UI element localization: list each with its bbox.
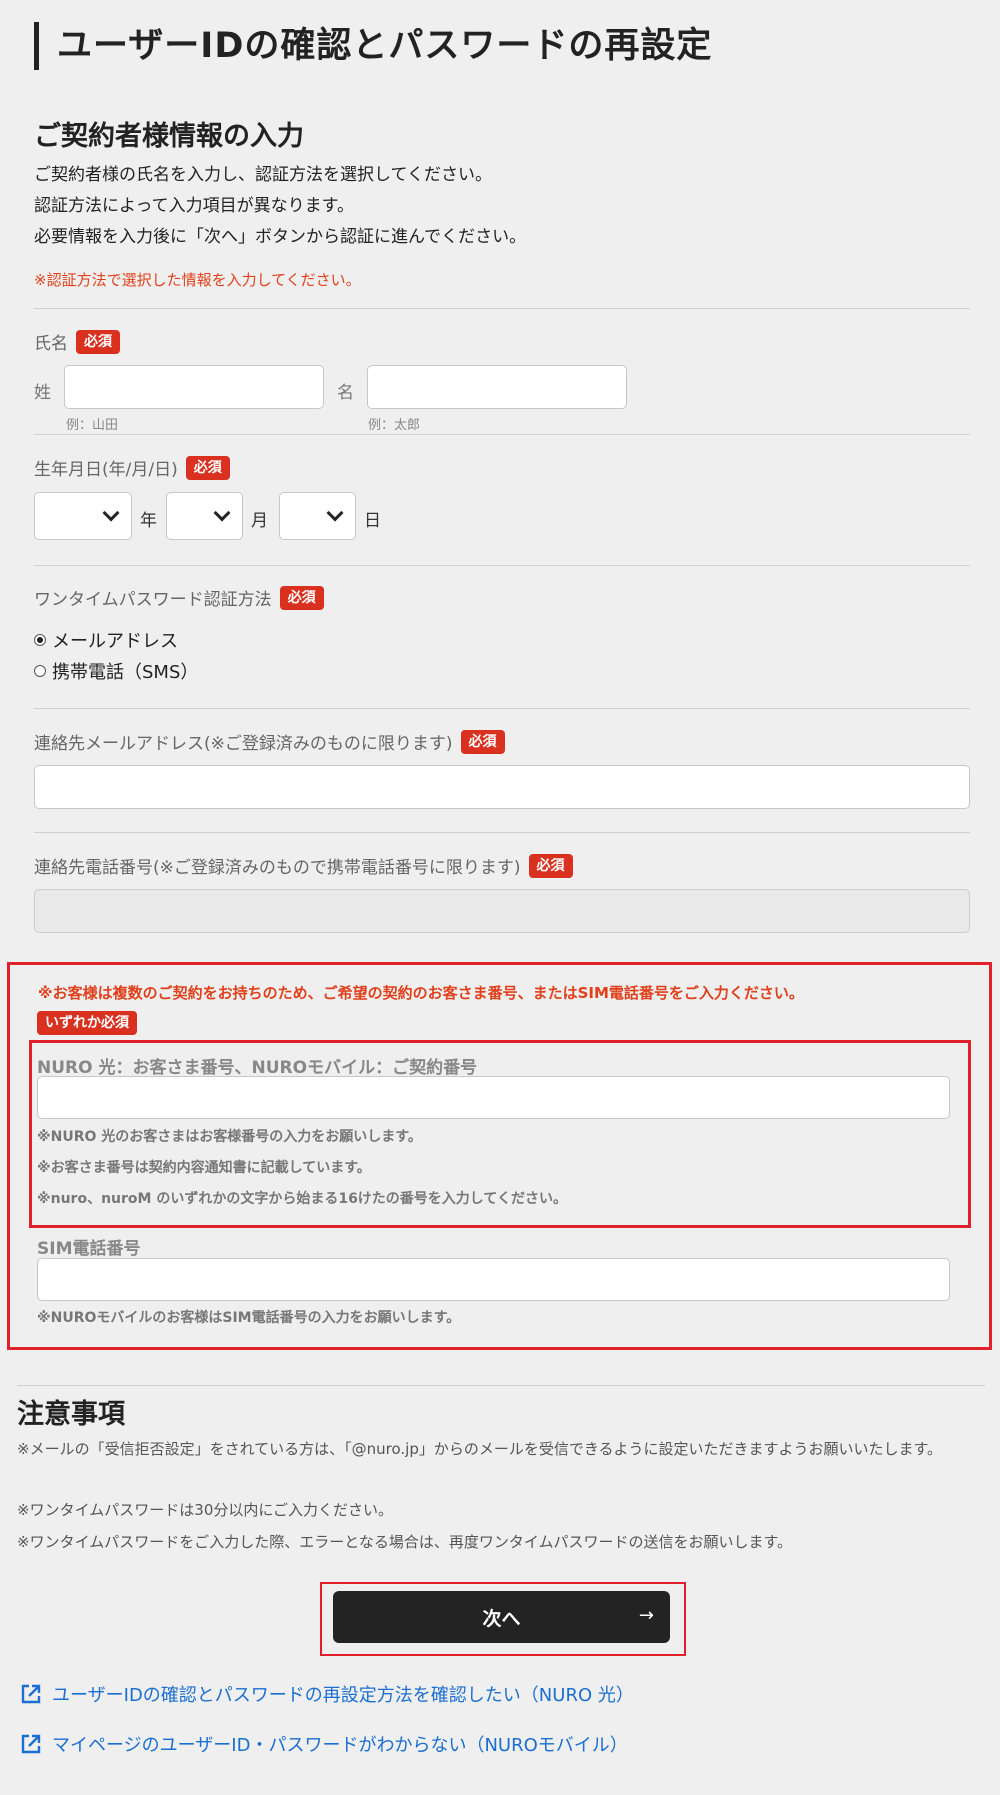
customer-number-note: ※NURO 光のお客さまはお客様番号の入力をお願いします。	[37, 1129, 422, 1145]
contact-email-label: 連絡先メールアドレス(※ご登録済みのものに限ります)	[34, 734, 453, 754]
customer-number-label: NURO 光：お客さま番号、NUROモバイル：ご契約番号	[37, 1058, 478, 1078]
otp-method-label-row: ワンタイムパスワード認証方法 必須	[34, 585, 324, 610]
last-name-example: 例：山田	[66, 418, 119, 433]
intro-line: ご契約者様の氏名を入力し、認証方法を選択してください。	[34, 165, 492, 185]
first-name-example: 例：太郎	[368, 418, 421, 433]
birth-year-select[interactable]	[34, 492, 132, 540]
link-nuro-hikari-help[interactable]: ユーザーIDの確認とパスワードの再設定方法を確認したい（NURO 光）	[20, 1681, 634, 1707]
page: ユーザーIDの確認とパスワードの再設定 ご契約者様情報の入力 ご契約者様の氏名を…	[0, 0, 1000, 1795]
first-name-input[interactable]	[367, 365, 627, 409]
required-badge: 必須	[460, 729, 505, 754]
radio-sms[interactable]: 携帯電話（SMS）	[34, 658, 198, 684]
divider	[34, 832, 970, 833]
otp-method-label: ワンタイムパスワード認証方法	[34, 590, 272, 610]
birthdate-label-row: 生年月日(年/月/日) 必須	[34, 455, 230, 480]
contact-email-label-row: 連絡先メールアドレス(※ご登録済みのものに限ります) 必須	[34, 729, 505, 754]
name-label: 氏名	[34, 334, 68, 354]
chevron-down-icon	[102, 504, 120, 522]
contact-email-input[interactable]	[34, 765, 970, 809]
year-unit: 年	[140, 511, 157, 531]
customer-number-note: ※お客さま番号は契約内容通知書に記載しています。	[37, 1160, 371, 1176]
contact-phone-label-row: 連絡先電話番号(※ご登録済みのもので携帯電話番号に限ります) 必須	[34, 853, 573, 878]
radio-unselected-icon[interactable]	[34, 665, 46, 677]
birth-day-select[interactable]	[279, 492, 356, 540]
auth-note: ※認証方法で選択した情報を入力してください。	[34, 271, 361, 289]
required-badge: 必須	[528, 853, 573, 878]
required-badge: 必須	[185, 455, 230, 480]
sim-number-note: ※NUROモバイルのお客様はSIM電話番号の入力をお願いします。	[37, 1310, 461, 1326]
radio-sms-label[interactable]: 携帯電話（SMS）	[52, 658, 198, 684]
link-label[interactable]: マイページのユーザーID・パスワードがわからない（NUROモバイル）	[52, 1731, 628, 1757]
name-label-row: 氏名 必須	[34, 329, 120, 354]
external-link-icon	[21, 1684, 41, 1704]
divider	[34, 708, 970, 709]
notice-item: ※メールの「受信拒否設定」をされている方は、「@nuro.jp」からのメールを受…	[17, 1440, 943, 1458]
month-unit: 月	[251, 511, 268, 531]
birthdate-label: 生年月日(年/月/日)	[34, 460, 178, 480]
chevron-down-icon	[213, 504, 231, 522]
chevron-down-icon	[326, 504, 344, 522]
required-badge: 必須	[279, 585, 324, 610]
next-button-label: 次へ	[482, 1607, 521, 1630]
intro-line: 認証方法によって入力項目が異なります。	[34, 196, 354, 216]
notice-item: ※ワンタイムパスワードをご入力した際、エラーとなる場合は、再度ワンタイムパスワー…	[17, 1533, 793, 1551]
next-button[interactable]: 次へ →	[333, 1591, 670, 1643]
divider	[34, 434, 970, 435]
notices-title: 注意事項	[17, 1399, 125, 1430]
divider	[34, 308, 970, 309]
radio-selected-icon[interactable]	[34, 634, 46, 646]
day-unit: 日	[364, 511, 381, 531]
link-label[interactable]: ユーザーIDの確認とパスワードの再設定方法を確認したい（NURO 光）	[52, 1681, 634, 1707]
radio-email[interactable]: メールアドレス	[34, 627, 178, 653]
arrow-right-icon: →	[638, 1605, 654, 1626]
sim-number-label: SIM電話番号	[37, 1239, 141, 1259]
divider	[17, 1385, 985, 1386]
customer-number-note: ※nuro、nuroM のいずれかの文字から始まる16けたの番号を入力してくださ…	[37, 1191, 567, 1207]
contact-phone-input[interactable]	[34, 889, 970, 933]
page-title: ユーザーIDの確認とパスワードの再設定	[34, 22, 712, 70]
radio-email-label[interactable]: メールアドレス	[52, 627, 178, 653]
notice-item: ※ワンタイムパスワードは30分以内にご入力ください。	[17, 1501, 394, 1519]
section-title: ご契約者様情報の入力	[34, 121, 304, 152]
divider	[34, 565, 970, 566]
external-link-icon	[21, 1734, 41, 1754]
first-name-label: 名	[337, 383, 354, 403]
link-nuro-mobile-help[interactable]: マイページのユーザーID・パスワードがわからない（NUROモバイル）	[20, 1731, 628, 1757]
either-required-badge: いずれか必須	[37, 1011, 137, 1035]
birth-month-select[interactable]	[166, 492, 243, 540]
multiple-contract-note: ※お客様は複数のご契約をお持ちのため、ご希望の契約のお客さま番号、またはSIM電…	[38, 984, 804, 1002]
intro-line: 必要情報を入力後に「次へ」ボタンから認証に進んでください。	[34, 227, 527, 247]
last-name-input[interactable]	[64, 365, 324, 409]
sim-number-input[interactable]	[37, 1258, 950, 1301]
customer-number-input[interactable]	[37, 1076, 950, 1119]
contact-phone-label: 連絡先電話番号(※ご登録済みのもので携帯電話番号に限ります)	[34, 858, 521, 878]
required-badge: 必須	[76, 329, 120, 354]
last-name-label: 姓	[34, 383, 51, 403]
intro-text: ご契約者様の氏名を入力し、認証方法を選択してください。 認証方法によって入力項目…	[34, 160, 526, 253]
